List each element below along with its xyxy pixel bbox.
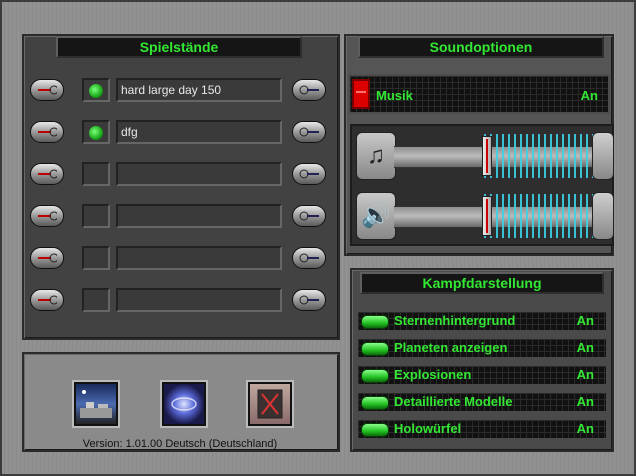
slot-status-indicator xyxy=(82,246,110,270)
save-name-field[interactable]: dfg xyxy=(116,120,282,144)
version-label: Version: 1.01.00 Deutsch (Deutschland) xyxy=(82,438,278,450)
save-name-field[interactable] xyxy=(116,288,282,312)
save-arrow-icon xyxy=(299,127,319,137)
option-label: Planeten anzeigen xyxy=(394,340,508,355)
music-value[interactable]: An xyxy=(581,88,598,103)
effects-volume-handle[interactable] xyxy=(482,196,492,236)
slot-status-indicator xyxy=(82,162,110,186)
savegames-title: Spielstände xyxy=(56,36,302,58)
option-value[interactable]: An xyxy=(577,313,594,328)
music-row: Musik An xyxy=(348,74,610,114)
load-button[interactable] xyxy=(30,205,64,227)
save-slot[interactable] xyxy=(30,245,326,273)
save-button[interactable] xyxy=(292,247,326,269)
load-button[interactable] xyxy=(30,289,64,311)
load-arrow-icon xyxy=(38,253,57,263)
galaxy-icon xyxy=(171,397,197,411)
sound-title: Soundoptionen xyxy=(358,36,604,58)
load-arrow-icon xyxy=(38,295,57,305)
save-button[interactable] xyxy=(292,289,326,311)
volume-sliders: ♫ 🔊 xyxy=(350,124,614,246)
fleet-icon xyxy=(80,390,112,418)
save-button[interactable] xyxy=(292,163,326,185)
save-button[interactable] xyxy=(292,79,326,101)
save-name-field[interactable] xyxy=(116,162,282,186)
quit-button[interactable] xyxy=(248,382,292,426)
save-name-field[interactable] xyxy=(116,246,282,270)
load-arrow-icon xyxy=(38,211,57,221)
load-arrow-icon xyxy=(38,85,57,95)
slot-status-indicator xyxy=(82,288,110,312)
save-button[interactable] xyxy=(292,205,326,227)
option-label: Detaillierte Modelle xyxy=(394,394,513,409)
option-toggle[interactable] xyxy=(361,369,389,383)
save-slot[interactable]: hard large day 150 xyxy=(30,77,326,105)
save-slot[interactable] xyxy=(30,161,326,189)
save-button[interactable] xyxy=(292,121,326,143)
option-toggle[interactable] xyxy=(361,396,389,410)
load-arrow-icon xyxy=(38,127,57,137)
load-button[interactable] xyxy=(30,121,64,143)
option-value[interactable]: An xyxy=(577,367,594,382)
save-arrow-icon xyxy=(299,253,319,263)
option-toggle[interactable] xyxy=(361,315,389,329)
music-volume-handle[interactable] xyxy=(482,136,492,176)
save-arrow-icon xyxy=(299,295,319,305)
option-value[interactable]: An xyxy=(577,421,594,436)
save-slot[interactable] xyxy=(30,203,326,231)
save-arrow-icon xyxy=(299,85,319,95)
option-label: Holowürfel xyxy=(394,421,462,436)
save-name-field[interactable] xyxy=(116,204,282,228)
galaxy-map-button[interactable] xyxy=(74,382,118,426)
save-name-field[interactable]: hard large day 150 xyxy=(116,78,282,102)
slot-status-indicator xyxy=(82,78,110,102)
music-note-icon[interactable]: ♫ xyxy=(356,132,396,180)
slot-status-indicator xyxy=(82,204,110,228)
option-label: Sternenhintergrund xyxy=(394,313,516,328)
music-volume-slider[interactable] xyxy=(394,132,614,180)
option-label: Explosionen xyxy=(394,367,472,382)
option-toggle[interactable] xyxy=(361,342,389,356)
option-toggle[interactable] xyxy=(361,423,389,437)
save-slot[interactable]: dfg xyxy=(30,119,326,147)
load-button[interactable] xyxy=(30,247,64,269)
save-arrow-icon xyxy=(299,169,319,179)
load-button[interactable] xyxy=(30,79,64,101)
load-arrow-icon xyxy=(38,169,57,179)
close-icon xyxy=(257,389,283,419)
music-toggle[interactable] xyxy=(352,79,370,109)
speaker-icon[interactable]: 🔊 xyxy=(356,192,396,240)
music-label: Musik xyxy=(376,88,413,103)
combat-option-row[interactable]: Holowürfel An xyxy=(356,418,608,440)
option-value[interactable]: An xyxy=(577,340,594,355)
slot-status-indicator xyxy=(82,120,110,144)
combat-title: Kampfdarstellung xyxy=(360,272,604,294)
combat-option-row[interactable]: Explosionen An xyxy=(356,364,608,386)
nebula-button[interactable] xyxy=(162,382,206,426)
combat-option-row[interactable]: Detaillierte Modelle An xyxy=(356,391,608,413)
combat-option-row[interactable]: Sternenhintergrund An xyxy=(356,310,608,332)
effects-volume-slider[interactable] xyxy=(394,192,614,240)
load-button[interactable] xyxy=(30,163,64,185)
combat-option-row[interactable]: Planeten anzeigen An xyxy=(356,337,608,359)
option-value[interactable]: An xyxy=(577,394,594,409)
save-slot[interactable] xyxy=(30,287,326,315)
save-arrow-icon xyxy=(299,211,319,221)
